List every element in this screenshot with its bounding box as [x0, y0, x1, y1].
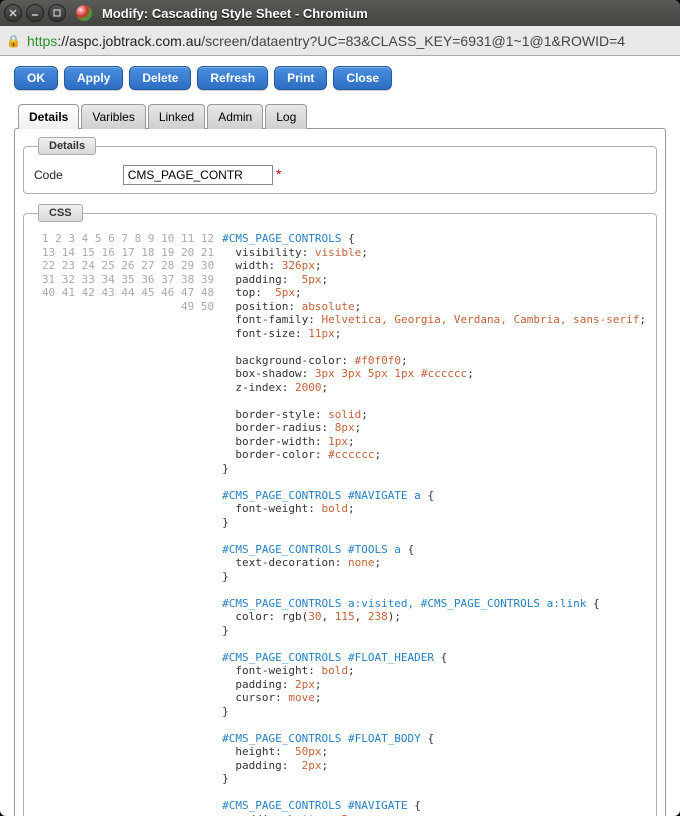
required-asterisk-icon: * [276, 166, 281, 182]
delete-button[interactable]: Delete [129, 66, 191, 90]
css-fieldset: CSS 1 2 3 4 5 6 7 8 9 10 11 12 13 14 15 … [23, 204, 657, 816]
apply-button[interactable]: Apply [64, 66, 123, 90]
print-button[interactable]: Print [274, 66, 327, 90]
tab-varibles[interactable]: Varibles [81, 104, 145, 129]
url-text[interactable]: https://aspc.jobtrack.com.au/screen/data… [27, 33, 625, 49]
tab-panel: Details Code * CSS 1 2 3 4 5 6 7 8 9 10 … [14, 128, 666, 816]
details-fieldset: Details Code * [23, 137, 657, 194]
urlbar[interactable]: 🔒 https://aspc.jobtrack.com.au/screen/da… [0, 26, 680, 56]
code-field-row: Code * [34, 165, 646, 185]
details-legend: Details [38, 137, 96, 155]
css-legend: CSS [38, 204, 83, 222]
window-frame: Modify: Cascading Style Sheet - Chromium… [0, 0, 680, 816]
ok-button[interactable]: OK [14, 66, 58, 90]
chrome-favicon-icon [76, 5, 92, 21]
window-title: Modify: Cascading Style Sheet - Chromium [102, 6, 368, 21]
code-area[interactable]: #CMS_PAGE_CONTROLS { visibility: visible… [222, 232, 646, 816]
code-input[interactable] [123, 165, 273, 185]
action-button-row: OK Apply Delete Refresh Print Close [14, 66, 666, 90]
refresh-button[interactable]: Refresh [197, 66, 268, 90]
tab-log[interactable]: Log [265, 104, 307, 129]
titlebar[interactable]: Modify: Cascading Style Sheet - Chromium [0, 0, 680, 26]
minimize-window-icon[interactable] [26, 4, 44, 22]
tab-linked[interactable]: Linked [148, 104, 205, 129]
code-label: Code [34, 168, 63, 182]
page-content: OK Apply Delete Refresh Print Close Deta… [0, 56, 680, 816]
css-editor[interactable]: 1 2 3 4 5 6 7 8 9 10 11 12 13 14 15 16 1… [34, 232, 646, 816]
close-window-icon[interactable] [4, 4, 22, 22]
lock-icon: 🔒 [6, 34, 21, 48]
close-button[interactable]: Close [333, 66, 392, 90]
maximize-window-icon[interactable] [48, 4, 66, 22]
line-number-gutter: 1 2 3 4 5 6 7 8 9 10 11 12 13 14 15 16 1… [34, 232, 222, 816]
tab-details[interactable]: Details [18, 104, 79, 129]
tab-row: Details Varibles Linked Admin Log [18, 104, 666, 129]
tab-admin[interactable]: Admin [207, 104, 263, 129]
